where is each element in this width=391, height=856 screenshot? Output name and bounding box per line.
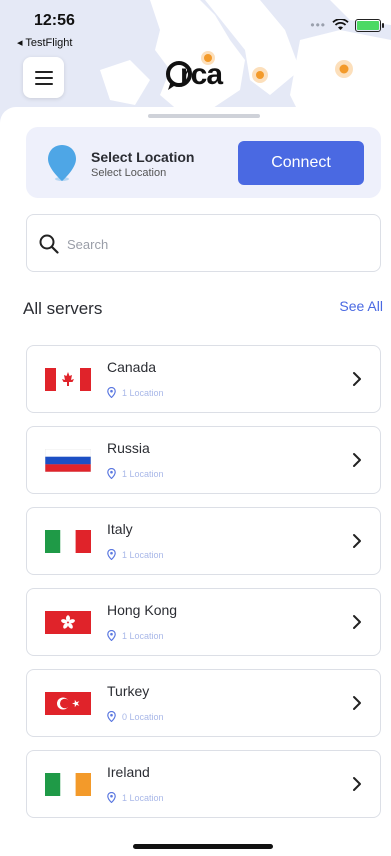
server-name: Hong Kong (107, 602, 178, 618)
chevron-right-icon (353, 696, 361, 710)
server-name: Ireland (107, 764, 150, 780)
server-location-count: 1 Location (107, 549, 164, 560)
small-pin-icon (107, 468, 116, 479)
battery-icon (355, 18, 384, 32)
back-to-testflight[interactable]: ◂ TestFlight (17, 36, 72, 49)
bottom-sheet: Select Location Select Location Connect … (0, 107, 391, 856)
location-subtitle: Select Location (91, 167, 167, 179)
see-all-link[interactable]: See All (339, 298, 383, 314)
location-count-text: 1 Location (122, 792, 164, 803)
server-location-count: 0 Location (107, 711, 164, 722)
chevron-right-icon (353, 372, 361, 386)
all-servers-heading: All servers (23, 299, 103, 318)
small-pin-icon (107, 711, 116, 722)
location-card: Select Location Select Location Connect (26, 127, 381, 198)
sheet-drag-handle[interactable] (148, 114, 260, 118)
hong-kong-flag-icon (45, 611, 91, 634)
location-count-text: 1 Location (122, 387, 164, 398)
search-icon (39, 234, 59, 254)
wifi-icon (332, 19, 349, 30)
connect-button[interactable]: Connect (238, 141, 364, 185)
small-pin-icon (107, 792, 116, 803)
search-input[interactable] (67, 231, 357, 257)
server-row-hong-kong[interactable]: Hong Kong 1 Location (26, 588, 381, 656)
server-row-canada[interactable]: Canada 1 Location (26, 345, 381, 413)
menu-button[interactable] (23, 57, 64, 98)
hamburger-line (34, 76, 53, 79)
server-name: Turkey (107, 683, 150, 699)
home-indicator[interactable] (133, 844, 273, 849)
status-time: 12:56 (34, 12, 75, 29)
server-row-russia[interactable]: Russia 1 Location (26, 426, 381, 494)
small-pin-icon (107, 630, 116, 641)
location-count-text: 0 Location (122, 711, 164, 722)
location-title[interactable]: Select Location (91, 149, 194, 165)
server-row-italy[interactable]: Italy 1 Location (26, 507, 381, 575)
turkey-flag-icon (45, 692, 91, 715)
chevron-right-icon (353, 777, 361, 791)
server-location-count: 1 Location (107, 630, 164, 641)
server-row-turkey[interactable]: Turkey 0 Location (26, 669, 381, 737)
russia-flag-icon (45, 449, 91, 472)
canada-flag-icon (45, 368, 91, 391)
search-box[interactable] (26, 214, 381, 272)
ireland-flag-icon (45, 773, 91, 796)
small-pin-icon (107, 549, 116, 560)
status-icons: ••• (310, 18, 384, 32)
hamburger-line (34, 82, 53, 85)
status-bar: 12:56 ◂ TestFlight ••• (0, 0, 391, 50)
small-pin-icon (107, 387, 116, 398)
location-pin-icon (48, 145, 76, 181)
server-location-count: 1 Location (107, 468, 164, 479)
location-count-text: 1 Location (122, 630, 164, 641)
server-location-count: 1 Location (107, 387, 164, 398)
server-name: Russia (107, 440, 150, 456)
chevron-right-icon (353, 534, 361, 548)
server-location-count: 1 Location (107, 792, 164, 803)
server-name: Canada (107, 359, 157, 375)
orca-logo-text: rca (180, 58, 223, 91)
server-list: Canada 1 Location Russia 1 Location Ital… (26, 345, 381, 831)
server-row-ireland[interactable]: Ireland 1 Location (26, 750, 381, 818)
server-name: Italy (107, 521, 133, 537)
chevron-right-icon (353, 453, 361, 467)
location-count-text: 1 Location (122, 468, 164, 479)
signal-dots-icon: ••• (310, 18, 326, 32)
italy-flag-icon (45, 530, 91, 553)
chevron-right-icon (353, 615, 361, 629)
hamburger-line (34, 70, 53, 73)
location-count-text: 1 Location (122, 549, 164, 560)
